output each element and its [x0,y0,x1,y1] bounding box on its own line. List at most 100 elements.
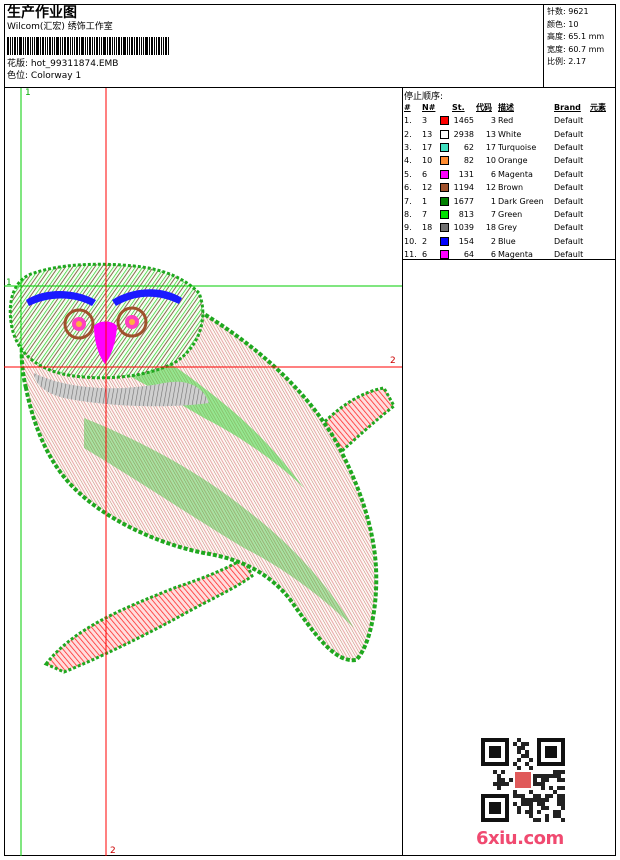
table-row: 1. 3 1465 3 Red Default [404,116,584,126]
qr-module [525,810,529,814]
barcode-bar [103,37,106,55]
qr-module [517,746,521,750]
stat-stitches: 针数: 9621 [547,7,589,16]
qr-module [521,742,525,746]
barcode-bar [76,37,78,55]
qr-module [501,778,505,782]
barcode-bar [107,37,108,55]
table-header-row: # N# St. 代码 描述 Brand 元素 [404,103,606,112]
barcode-bar [45,37,46,55]
qr-module [549,774,553,778]
qr-module [561,778,565,782]
barcode [7,37,540,55]
qr-module [557,794,561,798]
qr-module [561,806,565,810]
qr-module [529,798,533,802]
qr-module [537,798,541,802]
barcode-bar [7,37,9,55]
qr-module [493,770,497,774]
barcode-bar [118,37,120,55]
barcode-bar [116,37,117,55]
qr-module [497,786,501,790]
stop-sequence-panel: 停止顺序: # N# St. 代码 描述 Brand 元素 1. 3 1465 3 Re… [403,88,616,260]
qr-module [557,798,561,802]
barcode-bar [165,37,167,55]
design-file-row: 花版: hot_99311874.EMB [7,58,540,70]
qr-module [529,790,533,794]
barcode-bar [36,37,39,55]
stat-width: 宽度: 60.7 mm [547,44,605,54]
barcode-bar [92,37,93,55]
qr-module [537,774,541,778]
barcode-bar [87,37,88,55]
barcode-bar [151,37,153,55]
qr-module [517,810,521,814]
qr-module [517,738,521,742]
qr-module [513,794,517,798]
guide-label-v2: 2 [110,846,116,856]
barcode-bar [49,37,51,55]
design-label: 花版: [7,59,29,69]
qr-module [529,758,533,762]
colorway-row: 色位: Colorway 1 [7,70,540,82]
qr-module [517,806,521,810]
qr-module [533,782,537,786]
qr-module [521,794,525,798]
qr-module [561,798,565,802]
qr-module [545,794,549,798]
qr-module [517,766,521,770]
qr-module [545,746,557,758]
barcode-bar [79,37,80,55]
qr-module [561,818,565,822]
qr-module [541,774,545,778]
table-row: 7. 1 1677 1 Dark Green Default [404,196,584,206]
qr-module [557,786,561,790]
qr-module [557,810,561,814]
colorway-value: Colorway 1 [30,71,82,81]
qr-module [525,762,529,766]
qr-module [509,778,513,782]
qr-module [553,810,557,814]
owl-embroidery-image [4,88,402,856]
qr-module [549,786,553,790]
qr-module [529,802,533,806]
stat-height: 高度: 65.1 mm [547,32,605,41]
qr-module [557,770,561,774]
barcode-bar [67,37,69,55]
barcode-bar [19,37,22,55]
barcode-bar [64,37,66,55]
qr-module [497,782,501,786]
barcode-bar [40,37,41,55]
qr-module [533,818,537,822]
qr-module [517,758,521,762]
barcode-bar [85,37,86,55]
table-row: 3. 17 62 17 Turquoise Default [404,142,584,152]
qr-module [533,778,537,782]
barcode-bar [154,37,155,55]
qr-module [553,770,557,774]
qr-module [513,742,517,746]
qr-module [513,790,517,794]
qr-module [545,774,549,778]
qr-module [533,794,537,798]
barcode-bar [94,37,95,55]
barcode-bar [141,37,142,55]
barcode-bar [74,37,75,55]
qr-module [561,802,565,806]
barcode-bar [34,37,35,55]
guide-label-v1: 1 [25,88,31,98]
barcode-bar [158,37,160,55]
barcode-bar [112,37,113,55]
barcode-bar [56,37,59,55]
barcode-bar [123,37,126,55]
barcode-bar [72,37,73,55]
qr-module [541,778,545,782]
barcode-bar [14,37,16,55]
barcode-bar [30,37,31,55]
barcode-bar [25,37,26,55]
color-swatch [440,183,449,193]
barcode-bar [10,37,11,55]
qr-module [497,774,501,778]
guide-label-h2: 2 [390,356,396,366]
barcode-bar [12,37,13,55]
